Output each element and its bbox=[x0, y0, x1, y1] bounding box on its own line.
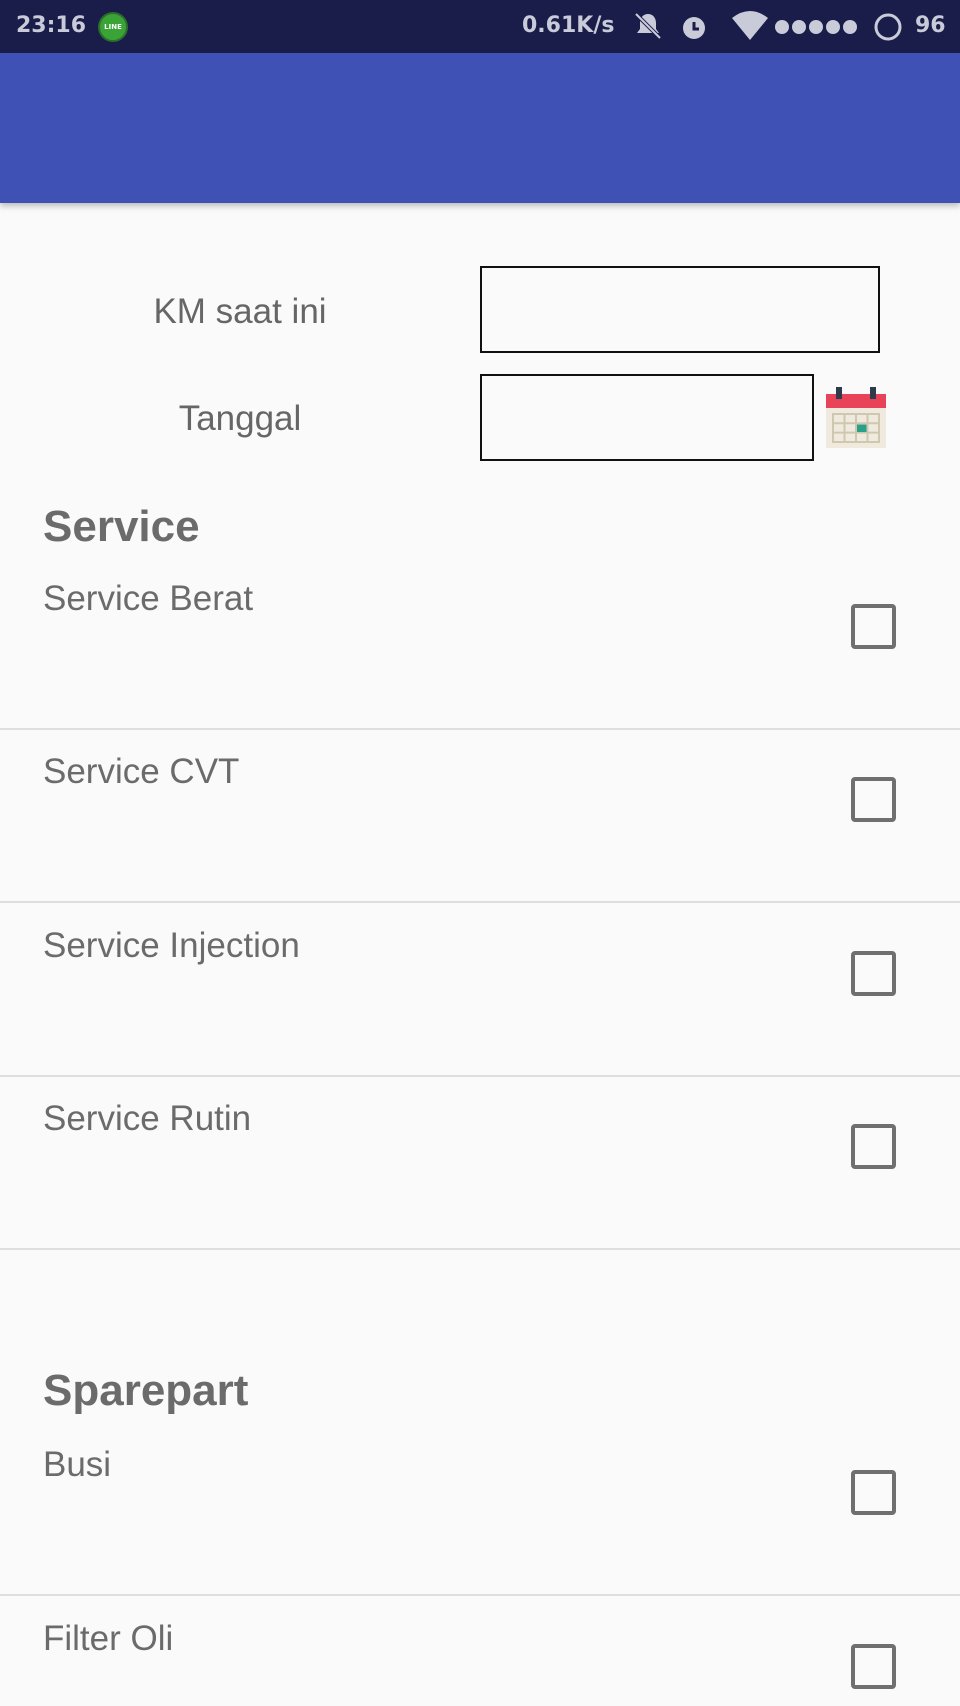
app-bar bbox=[0, 53, 960, 203]
sparepart-item[interactable]: Filter Oli bbox=[0, 1597, 960, 1706]
mute-icon bbox=[630, 8, 666, 44]
service-berat-checkbox[interactable] bbox=[851, 604, 896, 649]
service-injection-checkbox[interactable] bbox=[851, 951, 896, 996]
service-rutin-checkbox[interactable] bbox=[851, 1124, 896, 1169]
sparepart-section-title: Sparepart bbox=[43, 1366, 249, 1415]
status-time: 23:16 bbox=[16, 13, 87, 38]
date-label: Tanggal bbox=[178, 399, 302, 438]
alarm-icon bbox=[676, 8, 712, 44]
sparepart-item-label: Busi bbox=[43, 1445, 112, 1484]
service-item-label: Service Rutin bbox=[43, 1099, 252, 1138]
status-bar: 23:16 LINE 0.61K/s 96 bbox=[0, 0, 960, 53]
battery-level: 96 bbox=[915, 13, 946, 38]
battery-ring-icon bbox=[872, 11, 904, 43]
service-item[interactable]: Service Rutin bbox=[0, 1077, 960, 1250]
service-cvt-checkbox[interactable] bbox=[851, 777, 896, 822]
service-item-label: Service Injection bbox=[43, 926, 300, 965]
busi-checkbox[interactable] bbox=[851, 1470, 896, 1515]
sparepart-item-label: Filter Oli bbox=[43, 1619, 174, 1658]
signal-dots-icon bbox=[774, 17, 858, 37]
km-input[interactable] bbox=[480, 266, 880, 353]
service-item[interactable]: Service Injection bbox=[0, 904, 960, 1077]
calendar-icon[interactable] bbox=[825, 386, 887, 450]
service-section-title: Service bbox=[43, 502, 200, 551]
wifi-icon bbox=[730, 8, 770, 44]
network-speed: 0.61K/s bbox=[522, 13, 615, 38]
service-item-label: Service Berat bbox=[43, 579, 254, 618]
sparepart-item[interactable]: Busi bbox=[0, 1423, 960, 1596]
km-label: KM saat ini bbox=[153, 292, 327, 331]
service-item-label: Service CVT bbox=[43, 752, 240, 791]
service-item[interactable]: Service Berat bbox=[0, 557, 960, 730]
line-app-icon: LINE bbox=[98, 12, 128, 42]
date-input[interactable] bbox=[480, 374, 814, 461]
filter-oli-checkbox[interactable] bbox=[851, 1644, 896, 1689]
service-item[interactable]: Service CVT bbox=[0, 730, 960, 903]
